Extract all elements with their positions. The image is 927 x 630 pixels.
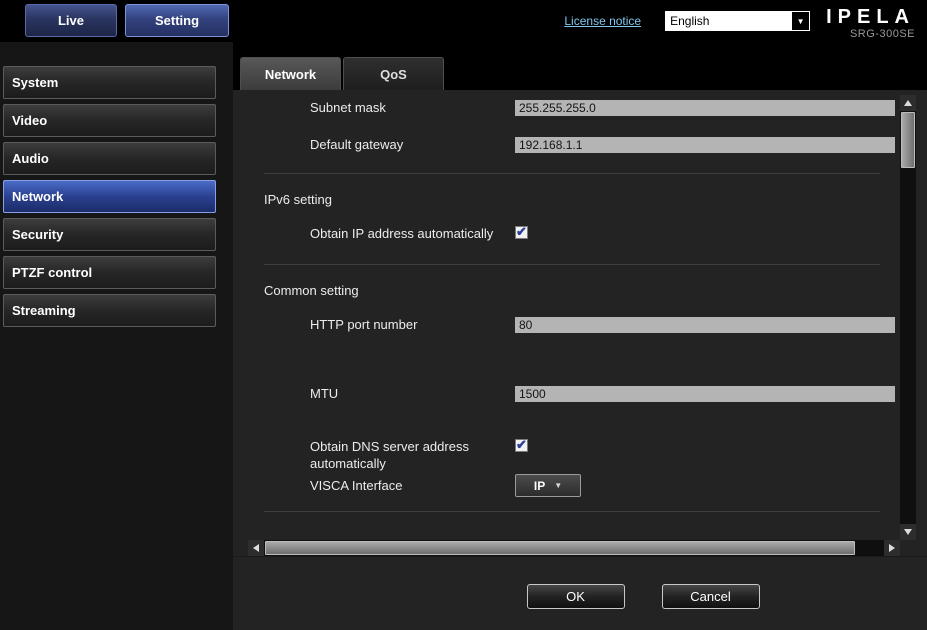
visca-interface-select[interactable]: IP ▼	[515, 474, 581, 497]
divider	[264, 511, 880, 512]
topbar: Live Setting License notice English ▼ IP…	[0, 0, 927, 42]
visca-selected-value: IP	[534, 479, 545, 493]
sidebar-item-audio[interactable]: Audio	[3, 142, 216, 175]
common-section-heading: Common setting	[264, 283, 900, 298]
tab-setting[interactable]: Setting	[125, 4, 229, 37]
sidebar: System Video Audio Network Security PTZF…	[0, 42, 233, 630]
ok-button[interactable]: OK	[527, 584, 625, 609]
network-settings-form: Subnet mask Default gateway	[248, 95, 900, 540]
arrow-up-icon	[904, 100, 912, 106]
language-select-value: English	[670, 14, 709, 28]
form-row-obtain-ip: Obtain IP address automatically	[248, 225, 900, 244]
scroll-right-button[interactable]	[884, 540, 900, 556]
cancel-button[interactable]: Cancel	[662, 584, 760, 609]
sidebar-item-video[interactable]: Video	[3, 104, 216, 137]
topbar-right: License notice English ▼ IPELA SRG-300SE	[564, 0, 927, 42]
tab-live[interactable]: Live	[25, 4, 117, 37]
ipv6-section-heading: IPv6 setting	[264, 192, 900, 207]
divider	[264, 264, 880, 265]
obtain-ip-label: Obtain IP address automatically	[310, 225, 495, 242]
default-gateway-label: Default gateway	[310, 136, 495, 153]
form-footer: OK Cancel	[233, 556, 927, 630]
mtu-label: MTU	[310, 385, 495, 402]
arrow-right-icon	[889, 544, 895, 552]
sidebar-item-network[interactable]: Network	[3, 180, 216, 213]
license-notice-link[interactable]: License notice	[564, 14, 641, 28]
horizontal-scrollbar[interactable]	[248, 540, 900, 556]
horizontal-scroll-thumb[interactable]	[265, 541, 855, 555]
chevron-down-icon: ▼	[554, 481, 562, 490]
form-row-visca: VISCA Interface IP ▼	[248, 474, 900, 497]
form-row-default-gateway: Default gateway	[248, 136, 900, 153]
default-gateway-input[interactable]	[515, 137, 895, 153]
subnet-mask-input[interactable]	[515, 100, 895, 116]
sidebar-item-streaming[interactable]: Streaming	[3, 294, 216, 327]
scroll-up-button[interactable]	[900, 95, 916, 111]
view-switcher: Live Setting	[0, 0, 229, 42]
tab-network[interactable]: Network	[240, 57, 341, 90]
form-row-mtu: MTU	[248, 385, 900, 402]
scroll-container: Subnet mask Default gateway	[248, 95, 916, 556]
language-select[interactable]: English ▼	[665, 11, 810, 31]
form-row-subnet-mask: Subnet mask	[248, 99, 900, 116]
ipela-logo: IPELA	[826, 6, 915, 28]
divider	[264, 173, 880, 174]
sidebar-item-security[interactable]: Security	[3, 218, 216, 251]
brand-block: IPELA SRG-300SE	[826, 6, 919, 40]
scroll-left-button[interactable]	[248, 540, 264, 556]
sidebar-item-ptzf-control[interactable]: PTZF control	[3, 256, 216, 289]
model-label: SRG-300SE	[826, 28, 915, 40]
chevron-down-icon: ▼	[792, 12, 809, 30]
settings-tabs: Network QoS	[233, 42, 927, 90]
mtu-input[interactable]	[515, 386, 895, 402]
form-row-http-port: HTTP port number	[248, 316, 900, 333]
form-row-obtain-dns: Obtain DNS server address automatically	[248, 438, 900, 472]
obtain-dns-label: Obtain DNS server address automatically	[310, 438, 495, 472]
tab-qos[interactable]: QoS	[343, 57, 444, 90]
vertical-scrollbar[interactable]	[900, 95, 916, 540]
http-port-label: HTTP port number	[310, 316, 495, 333]
sidebar-item-system[interactable]: System	[3, 66, 216, 99]
app-window: Live Setting License notice English ▼ IP…	[0, 0, 927, 630]
scroll-down-button[interactable]	[900, 524, 916, 540]
settings-panel: Subnet mask Default gateway	[233, 90, 927, 630]
arrow-left-icon	[253, 544, 259, 552]
scrollbar-corner	[900, 540, 916, 556]
http-port-input[interactable]	[515, 317, 895, 333]
main-area: Network QoS Subnet mask Default gateway	[233, 42, 927, 630]
arrow-down-icon	[904, 529, 912, 535]
subnet-mask-label: Subnet mask	[310, 99, 495, 116]
vertical-scroll-thumb[interactable]	[901, 112, 915, 168]
obtain-dns-checkbox[interactable]	[515, 439, 528, 452]
visca-interface-label: VISCA Interface	[310, 477, 495, 494]
obtain-ip-checkbox[interactable]	[515, 226, 528, 239]
